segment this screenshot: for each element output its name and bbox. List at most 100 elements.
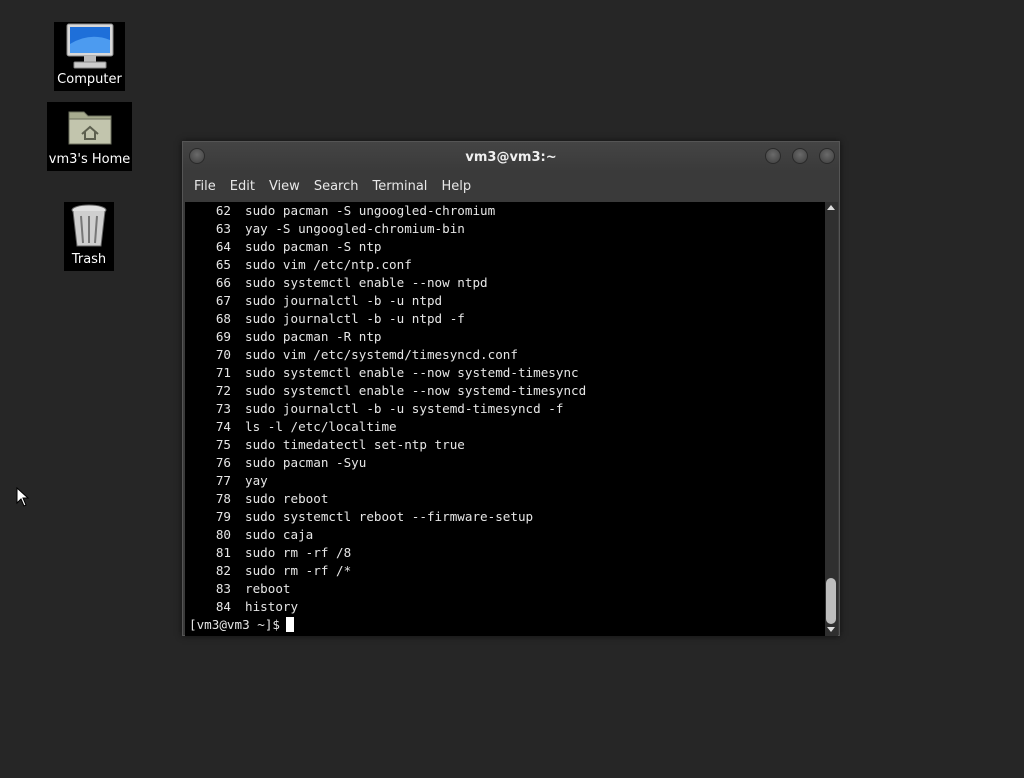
desktop-icon-computer[interactable]: Computer bbox=[54, 22, 125, 91]
history-number: 62 bbox=[215, 203, 231, 218]
desktop-icon-label: Trash bbox=[71, 252, 107, 267]
window-titlebar[interactable]: vm3@vm3:~ bbox=[183, 142, 839, 172]
mouse-pointer-icon bbox=[16, 487, 30, 507]
history-number: 82 bbox=[215, 563, 231, 578]
computer-icon bbox=[66, 23, 113, 69]
history-number: 72 bbox=[215, 383, 231, 398]
scroll-down-arrow-icon[interactable] bbox=[827, 627, 835, 632]
desktop-icon-home[interactable]: vm3's Home bbox=[47, 102, 132, 171]
history-line: 64 sudo pacman -S ntp bbox=[185, 238, 825, 256]
history-command: sudo vim /etc/ntp.conf bbox=[245, 257, 412, 272]
history-number: 68 bbox=[215, 311, 231, 326]
history-command: sudo systemctl enable --now ntpd bbox=[245, 275, 488, 290]
history-line: 70 sudo vim /etc/systemd/timesyncd.conf bbox=[185, 346, 825, 364]
history-line: 84 history bbox=[185, 598, 825, 616]
history-line: 72 sudo systemctl enable --now systemd-ti… bbox=[185, 382, 825, 400]
history-command: sudo pacman -Syu bbox=[245, 455, 367, 470]
history-line: 79 sudo systemctl reboot --firmware-setup bbox=[185, 508, 825, 526]
history-command: sudo caja bbox=[245, 527, 314, 542]
history-number: 69 bbox=[215, 329, 231, 344]
history-line: 65 sudo vim /etc/ntp.conf bbox=[185, 256, 825, 274]
menu-file[interactable]: File bbox=[187, 179, 223, 194]
history-number: 65 bbox=[215, 257, 231, 272]
desktop-icon-label: vm3's Home bbox=[48, 152, 131, 167]
history-line: 67 sudo journalctl -b -u ntpd bbox=[185, 292, 825, 310]
history-line: 62 sudo pacman -S ungoogled-chromium bbox=[185, 202, 825, 220]
history-line: 68 sudo journalctl -b -u ntpd -f bbox=[185, 310, 825, 328]
history-line: 63 yay -S ungoogled-chromium-bin bbox=[185, 220, 825, 238]
menu-view[interactable]: View bbox=[262, 179, 307, 194]
menu-terminal[interactable]: Terminal bbox=[365, 179, 434, 194]
history-command: sudo vim /etc/systemd/timesyncd.conf bbox=[245, 347, 518, 362]
history-line: 66 sudo systemctl enable --now ntpd bbox=[185, 274, 825, 292]
terminal-output[interactable]: 62 sudo pacman -S ungoogled-chromium 63 yay… bbox=[185, 202, 825, 636]
prompt-line[interactable]: [vm3@vm3 ~]$ bbox=[185, 616, 825, 634]
desktop-icon-label: Computer bbox=[57, 72, 122, 87]
history-line: 74 ls -l /etc/localtime bbox=[185, 418, 825, 436]
close-button[interactable] bbox=[819, 148, 835, 164]
history-command: sudo pacman -S ungoogled-chromium bbox=[245, 203, 496, 218]
history-command: sudo reboot bbox=[245, 491, 329, 506]
history-number: 70 bbox=[215, 347, 231, 362]
menu-bar: File Edit View Search Terminal Help bbox=[183, 172, 839, 200]
history-line: 82 sudo rm -rf /* bbox=[185, 562, 825, 580]
history-number: 83 bbox=[215, 581, 231, 596]
minimize-button[interactable] bbox=[765, 148, 781, 164]
scroll-up-arrow-icon[interactable] bbox=[827, 205, 835, 210]
history-command: yay -S ungoogled-chromium-bin bbox=[245, 221, 465, 236]
history-number: 73 bbox=[215, 401, 231, 416]
home-folder-icon bbox=[68, 111, 111, 145]
history-line: 80 sudo caja bbox=[185, 526, 825, 544]
window-title: vm3@vm3:~ bbox=[465, 150, 557, 165]
history-number: 71 bbox=[215, 365, 231, 380]
shell-prompt: [vm3@vm3 ~]$ bbox=[189, 617, 280, 632]
terminal-window[interactable]: vm3@vm3:~ File Edit View Search Terminal… bbox=[182, 141, 840, 636]
history-line: 71 sudo systemctl enable --now systemd-ti… bbox=[185, 364, 825, 382]
history-command: reboot bbox=[245, 581, 291, 596]
history-line: 76 sudo pacman -Syu bbox=[185, 454, 825, 472]
history-command: sudo journalctl -b -u ntpd -f bbox=[245, 311, 465, 326]
history-number: 74 bbox=[215, 419, 231, 434]
history-line: 73 sudo journalctl -b -u systemd-timesync… bbox=[185, 400, 825, 418]
history-number: 79 bbox=[215, 509, 231, 524]
history-number: 67 bbox=[215, 293, 231, 308]
history-number: 77 bbox=[215, 473, 231, 488]
history-number: 64 bbox=[215, 239, 231, 254]
history-command: history bbox=[245, 599, 299, 614]
history-command: sudo systemctl enable --now systemd-time… bbox=[245, 383, 587, 398]
history-number: 81 bbox=[215, 545, 231, 560]
history-command: sudo journalctl -b -u systemd-timesyncd … bbox=[245, 401, 564, 416]
menu-help[interactable]: Help bbox=[434, 179, 478, 194]
history-line: 83 reboot bbox=[185, 580, 825, 598]
maximize-button[interactable] bbox=[792, 148, 808, 164]
trash-icon bbox=[71, 204, 107, 247]
history-number: 80 bbox=[215, 527, 231, 542]
history-number: 78 bbox=[215, 491, 231, 506]
history-line: 75 sudo timedatectl set-ntp true bbox=[185, 436, 825, 454]
history-number: 76 bbox=[215, 455, 231, 470]
history-command: sudo timedatectl set-ntp true bbox=[245, 437, 465, 452]
history-line: 81 sudo rm -rf /8 bbox=[185, 544, 825, 562]
menu-edit[interactable]: Edit bbox=[223, 179, 262, 194]
text-cursor bbox=[286, 617, 294, 632]
menu-search[interactable]: Search bbox=[307, 179, 366, 194]
history-command: sudo rm -rf /* bbox=[245, 563, 352, 578]
terminal-scrollbar[interactable] bbox=[825, 202, 838, 636]
history-line: 78 sudo reboot bbox=[185, 490, 825, 508]
history-command: sudo systemctl reboot --firmware-setup bbox=[245, 509, 534, 524]
history-command: sudo systemctl enable --now systemd-time… bbox=[245, 365, 579, 380]
history-command: sudo pacman -R ntp bbox=[245, 329, 382, 344]
history-number: 66 bbox=[215, 275, 231, 290]
history-number: 84 bbox=[215, 599, 231, 614]
history-number: 63 bbox=[215, 221, 231, 236]
history-command: sudo journalctl -b -u ntpd bbox=[245, 293, 443, 308]
history-command: yay bbox=[245, 473, 268, 488]
history-command: ls -l /etc/localtime bbox=[245, 419, 397, 434]
history-line: 77 yay bbox=[185, 472, 825, 490]
history-command: sudo rm -rf /8 bbox=[245, 545, 352, 560]
history-line: 69 sudo pacman -R ntp bbox=[185, 328, 825, 346]
history-command: sudo pacman -S ntp bbox=[245, 239, 382, 254]
desktop-icon-trash[interactable]: Trash bbox=[64, 202, 114, 271]
scrollbar-thumb[interactable] bbox=[826, 578, 836, 624]
history-number: 75 bbox=[215, 437, 231, 452]
